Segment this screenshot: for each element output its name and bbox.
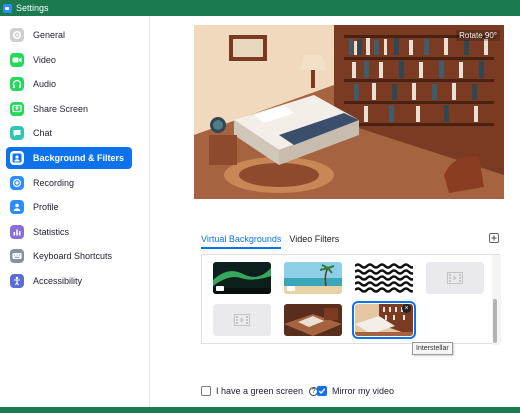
scrollbar-thumb[interactable] bbox=[493, 299, 497, 343]
profile-icon bbox=[10, 200, 24, 215]
thumbnail-scrollbar[interactable] bbox=[492, 255, 501, 345]
video-badge-icon bbox=[216, 286, 224, 291]
checkmark-icon bbox=[318, 388, 326, 395]
sidebar-item-label: Profile bbox=[33, 202, 59, 213]
sidebar-item-audio[interactable]: Audio bbox=[6, 73, 132, 95]
video-placeholder-icon bbox=[234, 314, 250, 326]
sidebar-item-label: Audio bbox=[33, 79, 57, 90]
sidebar-item-share-screen[interactable]: Share Screen bbox=[6, 98, 132, 120]
sidebar-item-label: Video bbox=[33, 54, 56, 65]
window-bottom-border bbox=[0, 407, 520, 413]
keyboard-icon bbox=[10, 249, 24, 264]
thumbnail-room[interactable] bbox=[284, 304, 342, 336]
rotate-90-button[interactable]: Rotate 90° bbox=[456, 30, 500, 41]
accessibility-person-icon bbox=[10, 273, 24, 288]
share-screen-icon bbox=[10, 101, 24, 116]
sidebar-item-keyboard-shortcuts[interactable]: Keyboard Shortcuts bbox=[6, 245, 132, 267]
sidebar-item-label: Statistics bbox=[33, 226, 70, 237]
video-badge-icon bbox=[287, 286, 295, 291]
wave-pattern-image bbox=[355, 262, 413, 294]
sidebar-item-background-filters[interactable]: Background & Filters bbox=[6, 146, 132, 169]
video-placeholder-icon bbox=[447, 272, 463, 284]
video-preview: Rotate 90° bbox=[194, 25, 504, 199]
background-person-icon bbox=[10, 150, 24, 165]
chat-bubble-icon bbox=[10, 126, 24, 141]
plus-icon bbox=[491, 235, 497, 241]
sidebar-item-label: Recording bbox=[33, 177, 75, 188]
gear-icon bbox=[10, 28, 24, 42]
green-screen-option: I have a green screen ? bbox=[201, 386, 319, 396]
statistics-chart-icon bbox=[10, 224, 24, 239]
headphones-icon bbox=[10, 77, 24, 92]
window-title: Settings bbox=[16, 3, 49, 13]
background-filters-panel: Rotate 90° Virtual Backgrounds Video Fil… bbox=[151, 16, 520, 407]
settings-sidebar: General Video Audio Share Screen Chat Ba… bbox=[0, 16, 150, 407]
sidebar-item-label: Chat bbox=[33, 128, 53, 139]
thumbnail-aurora[interactable] bbox=[213, 262, 271, 294]
add-background-button[interactable] bbox=[489, 233, 499, 243]
sidebar-item-general[interactable]: General bbox=[6, 24, 132, 46]
thumbnail-interstellar[interactable]: × bbox=[352, 301, 416, 339]
mirror-video-label: Mirror my video bbox=[332, 386, 395, 396]
title-bar: Settings bbox=[0, 0, 520, 16]
sidebar-item-label: Background & Filters bbox=[33, 152, 125, 163]
sidebar-item-label: General bbox=[33, 30, 66, 40]
thumbnail-tooltip: Interstellar bbox=[412, 342, 453, 355]
mirror-video-option: Mirror my video bbox=[317, 386, 394, 396]
sidebar-item-label: Keyboard Shortcuts bbox=[33, 251, 113, 262]
room-image bbox=[284, 304, 342, 336]
sidebar-item-recording[interactable]: Recording bbox=[6, 172, 132, 194]
thumbnail-pattern[interactable] bbox=[355, 262, 413, 294]
video-camera-icon bbox=[10, 52, 24, 67]
sidebar-item-video[interactable]: Video bbox=[6, 49, 132, 71]
green-screen-label: I have a green screen bbox=[216, 386, 304, 396]
sidebar-item-chat[interactable]: Chat bbox=[6, 122, 132, 144]
sidebar-item-label: Share Screen bbox=[33, 103, 89, 114]
sidebar-item-label: Accessibility bbox=[33, 275, 83, 286]
tab-virtual-backgrounds[interactable]: Virtual Backgrounds bbox=[201, 234, 282, 249]
sidebar-item-profile[interactable]: Profile bbox=[6, 196, 132, 218]
thumbnail-beach[interactable] bbox=[284, 262, 342, 294]
delete-background-icon[interactable]: × bbox=[402, 304, 411, 313]
thumbnail-placeholder[interactable] bbox=[213, 304, 271, 336]
background-tabs: Virtual Backgrounds Video Filters bbox=[201, 234, 347, 249]
sidebar-item-statistics[interactable]: Statistics bbox=[6, 221, 132, 243]
background-preview-image bbox=[194, 25, 504, 199]
thumbnail-placeholder[interactable] bbox=[426, 262, 484, 294]
tab-video-filters[interactable]: Video Filters bbox=[289, 234, 339, 247]
background-thumbnail-list: × bbox=[201, 254, 501, 345]
zoom-app-icon bbox=[3, 3, 12, 13]
mirror-video-checkbox[interactable] bbox=[317, 386, 327, 396]
sidebar-item-accessibility[interactable]: Accessibility bbox=[6, 270, 132, 292]
record-icon bbox=[10, 175, 24, 190]
green-screen-checkbox[interactable] bbox=[201, 386, 211, 396]
